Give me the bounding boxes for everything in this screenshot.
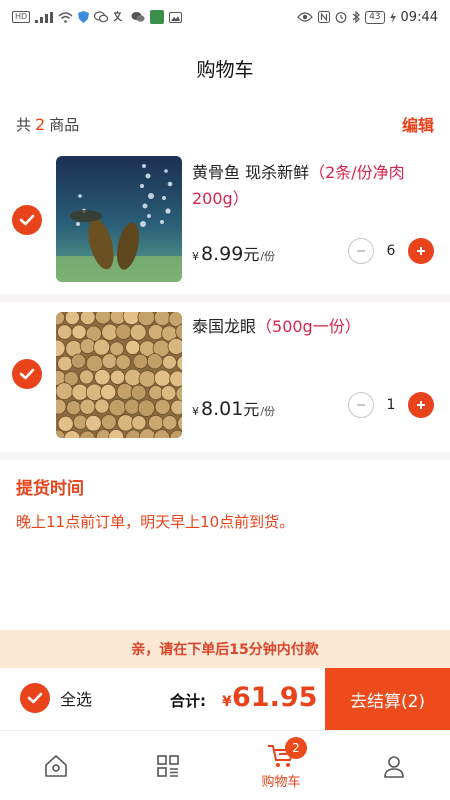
payment-notice-text: 亲，请在下单后15分钟内付款 (131, 642, 319, 658)
price-currency: ¥ (192, 250, 199, 263)
cart-item: 泰国龙眼（500g一份） ¥ 8.01 元 /份 1 (0, 302, 450, 452)
select-all-label: 全选 (60, 690, 93, 709)
item-count: 2 (35, 114, 46, 134)
status-right: 43 09:44 (297, 10, 438, 25)
payment-notice: 亲，请在下单后15分钟内付款 (0, 630, 450, 668)
cart-summary: 共 2 商品 编辑 (0, 102, 450, 146)
price-value: 8.01 (201, 398, 244, 420)
checkout-button[interactable]: 去结算(2) (325, 668, 450, 730)
decrease-button[interactable] (348, 392, 374, 418)
checkmark-icon (27, 692, 43, 704)
product-title: 泰国龙眼 (192, 317, 257, 336)
checkout-bar: 全选 合计: ¥ 61.95 去结算(2) (0, 668, 450, 730)
translate-icon (113, 11, 126, 23)
minus-icon (357, 404, 365, 406)
minus-icon (357, 250, 365, 252)
home-icon (45, 755, 67, 777)
app-icon (150, 10, 165, 24)
price-unit: 元 (243, 400, 260, 419)
select-all-checkbox[interactable] (20, 683, 50, 713)
tab-cart[interactable]: 购物车 2 (225, 731, 337, 800)
wifi-icon (58, 11, 73, 23)
tab-home[interactable] (0, 731, 112, 800)
tab-cart-label: 购物车 (261, 774, 301, 790)
bottom-tab-bar: 购物车 2 (0, 730, 450, 800)
price-value: 8.99 (201, 243, 244, 265)
image-icon (169, 11, 183, 23)
product-image[interactable] (56, 312, 182, 438)
plus-icon (417, 401, 425, 409)
pickup-text: 晚上11点前订单，明天早上10点前到货。 (16, 513, 295, 531)
item-checkbox[interactable] (12, 205, 42, 235)
select-all[interactable]: 全选 (20, 683, 92, 713)
product-spec: （500g一份） (256, 317, 361, 336)
eye-icon (297, 12, 313, 22)
category-icon (157, 755, 179, 777)
clock: 09:44 (400, 9, 438, 25)
count-suffix: 商品 (49, 115, 80, 134)
item-checkbox[interactable] (12, 359, 42, 389)
charging-icon (389, 11, 396, 23)
page-header: 购物车 (0, 34, 450, 102)
count-prefix: 共 (16, 115, 32, 134)
quantity-value[interactable]: 6 (374, 243, 408, 259)
page-title: 购物车 (196, 58, 254, 81)
product-name[interactable]: 黄骨鱼 现杀新鲜（2条/份净肉200g） (192, 160, 442, 212)
item-count-text: 共 2 商品 (16, 114, 79, 135)
total-amount: 61.95 (232, 682, 318, 713)
status-left: HD (12, 10, 183, 24)
cart-item: 黄骨鱼 现杀新鲜（2条/份净肉200g） ¥ 8.99 元 /份 6 (0, 146, 450, 294)
tab-profile[interactable] (338, 731, 450, 800)
cart-badge: 2 (285, 737, 307, 759)
price-unit: 元 (243, 245, 260, 264)
quantity-value[interactable]: 1 (374, 397, 408, 413)
4g-signal-icon (35, 11, 54, 23)
hd-icon: HD (12, 11, 31, 23)
checkout-button-label: 去结算(2) (349, 691, 426, 712)
total-label: 合计: (170, 692, 206, 710)
chat-icon (131, 11, 145, 23)
pickup-info: 提货时间 晚上11点前订单，明天早上10点前到货。 (0, 460, 450, 630)
shield-icon (78, 11, 90, 23)
nfc-icon (318, 11, 331, 23)
product-name[interactable]: 泰国龙眼（500g一份） (192, 314, 442, 340)
plus-icon (417, 247, 425, 255)
edit-button[interactable]: 编辑 (402, 112, 434, 136)
product-title: 黄骨鱼 现杀新鲜 (192, 163, 310, 182)
price-per-unit: /份 (260, 250, 276, 263)
price-currency: ¥ (192, 405, 199, 418)
product-price: ¥ 8.99 元 /份 (192, 241, 275, 265)
product-price: ¥ 8.01 元 /份 (192, 396, 275, 420)
wechat-icon (94, 11, 109, 23)
increase-button[interactable] (408, 392, 434, 418)
increase-button[interactable] (408, 238, 434, 264)
quantity-stepper: 1 (348, 392, 434, 418)
product-image[interactable] (56, 156, 182, 282)
battery-indicator: 43 (365, 10, 385, 24)
bluetooth-icon (352, 11, 360, 23)
checkmark-icon (19, 214, 35, 226)
decrease-button[interactable] (348, 238, 374, 264)
alarm-icon (335, 11, 347, 23)
status-bar: HD 43 09:44 (0, 0, 450, 34)
tab-category[interactable] (112, 731, 224, 800)
quantity-stepper: 6 (348, 238, 434, 264)
profile-icon (384, 756, 404, 778)
checkmark-icon (19, 368, 35, 380)
pickup-title: 提货时间 (16, 479, 84, 499)
price-per-unit: /份 (260, 405, 276, 418)
total-currency: ¥ (222, 694, 232, 710)
